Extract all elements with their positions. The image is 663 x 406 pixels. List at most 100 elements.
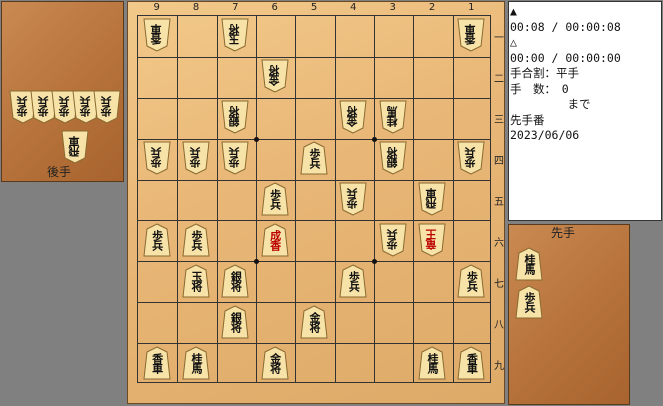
piece-kanji: 香車 <box>465 352 479 373</box>
gote-piece[interactable]: 金将 <box>339 100 367 134</box>
piece-kanji: 銀将 <box>229 311 243 332</box>
star-point <box>254 259 259 265</box>
piece-kanji: 銀将 <box>228 107 242 128</box>
piece-kanji: 成香 <box>268 229 282 250</box>
file-label: 8 <box>192 2 200 13</box>
grid-file-line <box>216 16 218 382</box>
file-label: 9 <box>153 2 160 13</box>
handicap-text: 手合割：平手 <box>510 66 579 80</box>
piece-kanji: 歩兵 <box>190 229 203 250</box>
gote-piece[interactable]: 金将 <box>261 59 289 93</box>
grid-file-line <box>374 16 375 382</box>
grid-file-line <box>413 16 415 382</box>
sente-piece[interactable]: 桂馬 <box>418 345 446 380</box>
sente-piece[interactable]: 歩兵 <box>300 141 328 175</box>
grid-rank-line <box>138 138 490 140</box>
sente-piece[interactable]: 香車 <box>143 345 171 380</box>
gote-piece[interactable]: 歩兵 <box>339 182 367 216</box>
sente-piece[interactable]: 玉将 <box>182 264 210 298</box>
piece-kanji: 歩兵 <box>385 229 399 250</box>
sente-piece[interactable]: 銀将 <box>221 305 249 339</box>
gote-piece[interactable]: 飛車 <box>418 182 446 216</box>
gote-piece[interactable]: 香車 <box>457 18 485 52</box>
piece-kanji: 桂馬 <box>385 107 399 128</box>
piece-kanji: 桂馬 <box>523 254 536 274</box>
piece-kanji: 金将 <box>268 352 282 373</box>
rank-label: 九 <box>494 360 504 372</box>
piece-kanji: 飛車 <box>68 137 81 157</box>
sente-stand-label: 先手 <box>551 226 576 240</box>
piece-kanji: 歩兵 <box>346 189 360 209</box>
sente-piece[interactable]: 歩兵 <box>457 264 485 298</box>
rank-label: 六 <box>494 237 504 249</box>
made-text: まで <box>510 97 591 111</box>
gote-piece[interactable]: 歩兵 <box>182 141 210 175</box>
file-label: 3 <box>389 2 396 13</box>
gote-piece[interactable]: 玉将 <box>221 18 249 52</box>
gote-piece[interactable]: 歩兵 <box>457 141 485 175</box>
grid-file-line <box>256 16 257 382</box>
gote-piece[interactable]: 歩兵 <box>143 141 171 175</box>
piece-kanji: 桂馬 <box>426 352 439 373</box>
piece-kanji: 歩兵 <box>465 270 479 291</box>
gote-stand-label: 後手 <box>47 165 72 179</box>
piece-kanji: 飛車 <box>425 189 438 209</box>
gote-piece[interactable]: 銀将 <box>221 100 249 134</box>
sente-piece[interactable]: 歩兵 <box>515 285 543 319</box>
gote-piece[interactable]: 歩兵 <box>93 90 121 124</box>
grid-rank-line <box>138 261 490 263</box>
star-point <box>372 136 377 142</box>
piece-kanji: 歩兵 <box>150 229 164 250</box>
grid-rank-line <box>138 56 490 58</box>
grid-rank-line <box>138 302 490 304</box>
file-label: 2 <box>428 2 436 13</box>
grid-rank-line <box>138 179 490 181</box>
sente-piece[interactable]: 歩兵 <box>143 223 171 257</box>
sente-piece[interactable]: 桂馬 <box>182 345 210 380</box>
sente-piece[interactable]: 香車 <box>457 345 485 380</box>
sente-piece[interactable]: 桂馬 <box>515 247 543 281</box>
gote-clock: 00:00 / 00:00:00 <box>510 50 621 65</box>
gote-piece-stand: 歩兵 歩兵 歩兵 歩兵 歩兵 飛車 後手 <box>1 1 124 182</box>
sente-piece[interactable]: 金将 <box>300 305 328 339</box>
gote-piece[interactable]: 歩兵 <box>221 141 249 175</box>
piece-kanji: 歩兵 <box>79 97 92 117</box>
piece-kanji: 竜王 <box>425 229 438 250</box>
file-label: 4 <box>350 2 357 13</box>
piece-kanji: 歩兵 <box>347 270 361 291</box>
grid-file-line <box>452 16 454 382</box>
gote-piece[interactable]: 竜王 <box>418 223 446 257</box>
piece-kanji: 香車 <box>149 25 163 46</box>
sente-piece[interactable]: 歩兵 <box>261 182 289 216</box>
piece-kanji: 金将 <box>346 107 360 128</box>
file-label: 1 <box>468 2 475 13</box>
game-info-panel: ▲ 00:08 / 00:00:08 △ 00:00 / 00:00:00 手合… <box>508 1 662 221</box>
piece-kanji: 歩兵 <box>100 97 113 117</box>
file-label: 6 <box>271 2 278 13</box>
sente-piece[interactable]: 成香 <box>261 223 289 257</box>
grid-file-line <box>334 16 336 382</box>
gote-piece[interactable]: 香車 <box>143 18 171 52</box>
gote-piece[interactable]: 桂馬 <box>379 100 407 134</box>
rank-label: 八 <box>494 319 504 331</box>
piece-kanji: 歩兵 <box>308 148 321 169</box>
date-text: 2023/06/06 <box>510 128 580 142</box>
star-point <box>372 259 377 265</box>
sente-piece-stand: 先手 桂馬歩兵 <box>508 224 630 405</box>
gote-piece[interactable]: 歩兵 <box>379 223 407 257</box>
piece-kanji: 歩兵 <box>16 97 29 117</box>
sente-clock: 00:08 / 00:00:08 <box>510 19 621 34</box>
rank-label: 七 <box>494 278 504 290</box>
sente-piece[interactable]: 歩兵 <box>182 223 210 257</box>
sente-piece[interactable]: 金将 <box>261 345 289 380</box>
rank-label: 二 <box>494 74 504 86</box>
piece-kanji: 香車 <box>464 25 478 46</box>
rank-label: 三 <box>494 115 504 127</box>
sente-piece[interactable]: 歩兵 <box>339 264 367 298</box>
gote-piece[interactable]: 銀将 <box>379 141 407 175</box>
file-label: 7 <box>232 2 239 13</box>
sente-piece[interactable]: 銀将 <box>221 264 249 298</box>
piece-kanji: 金将 <box>308 311 321 332</box>
rank-label: 一 <box>494 33 504 45</box>
gote-piece[interactable]: 飛車 <box>61 130 89 164</box>
